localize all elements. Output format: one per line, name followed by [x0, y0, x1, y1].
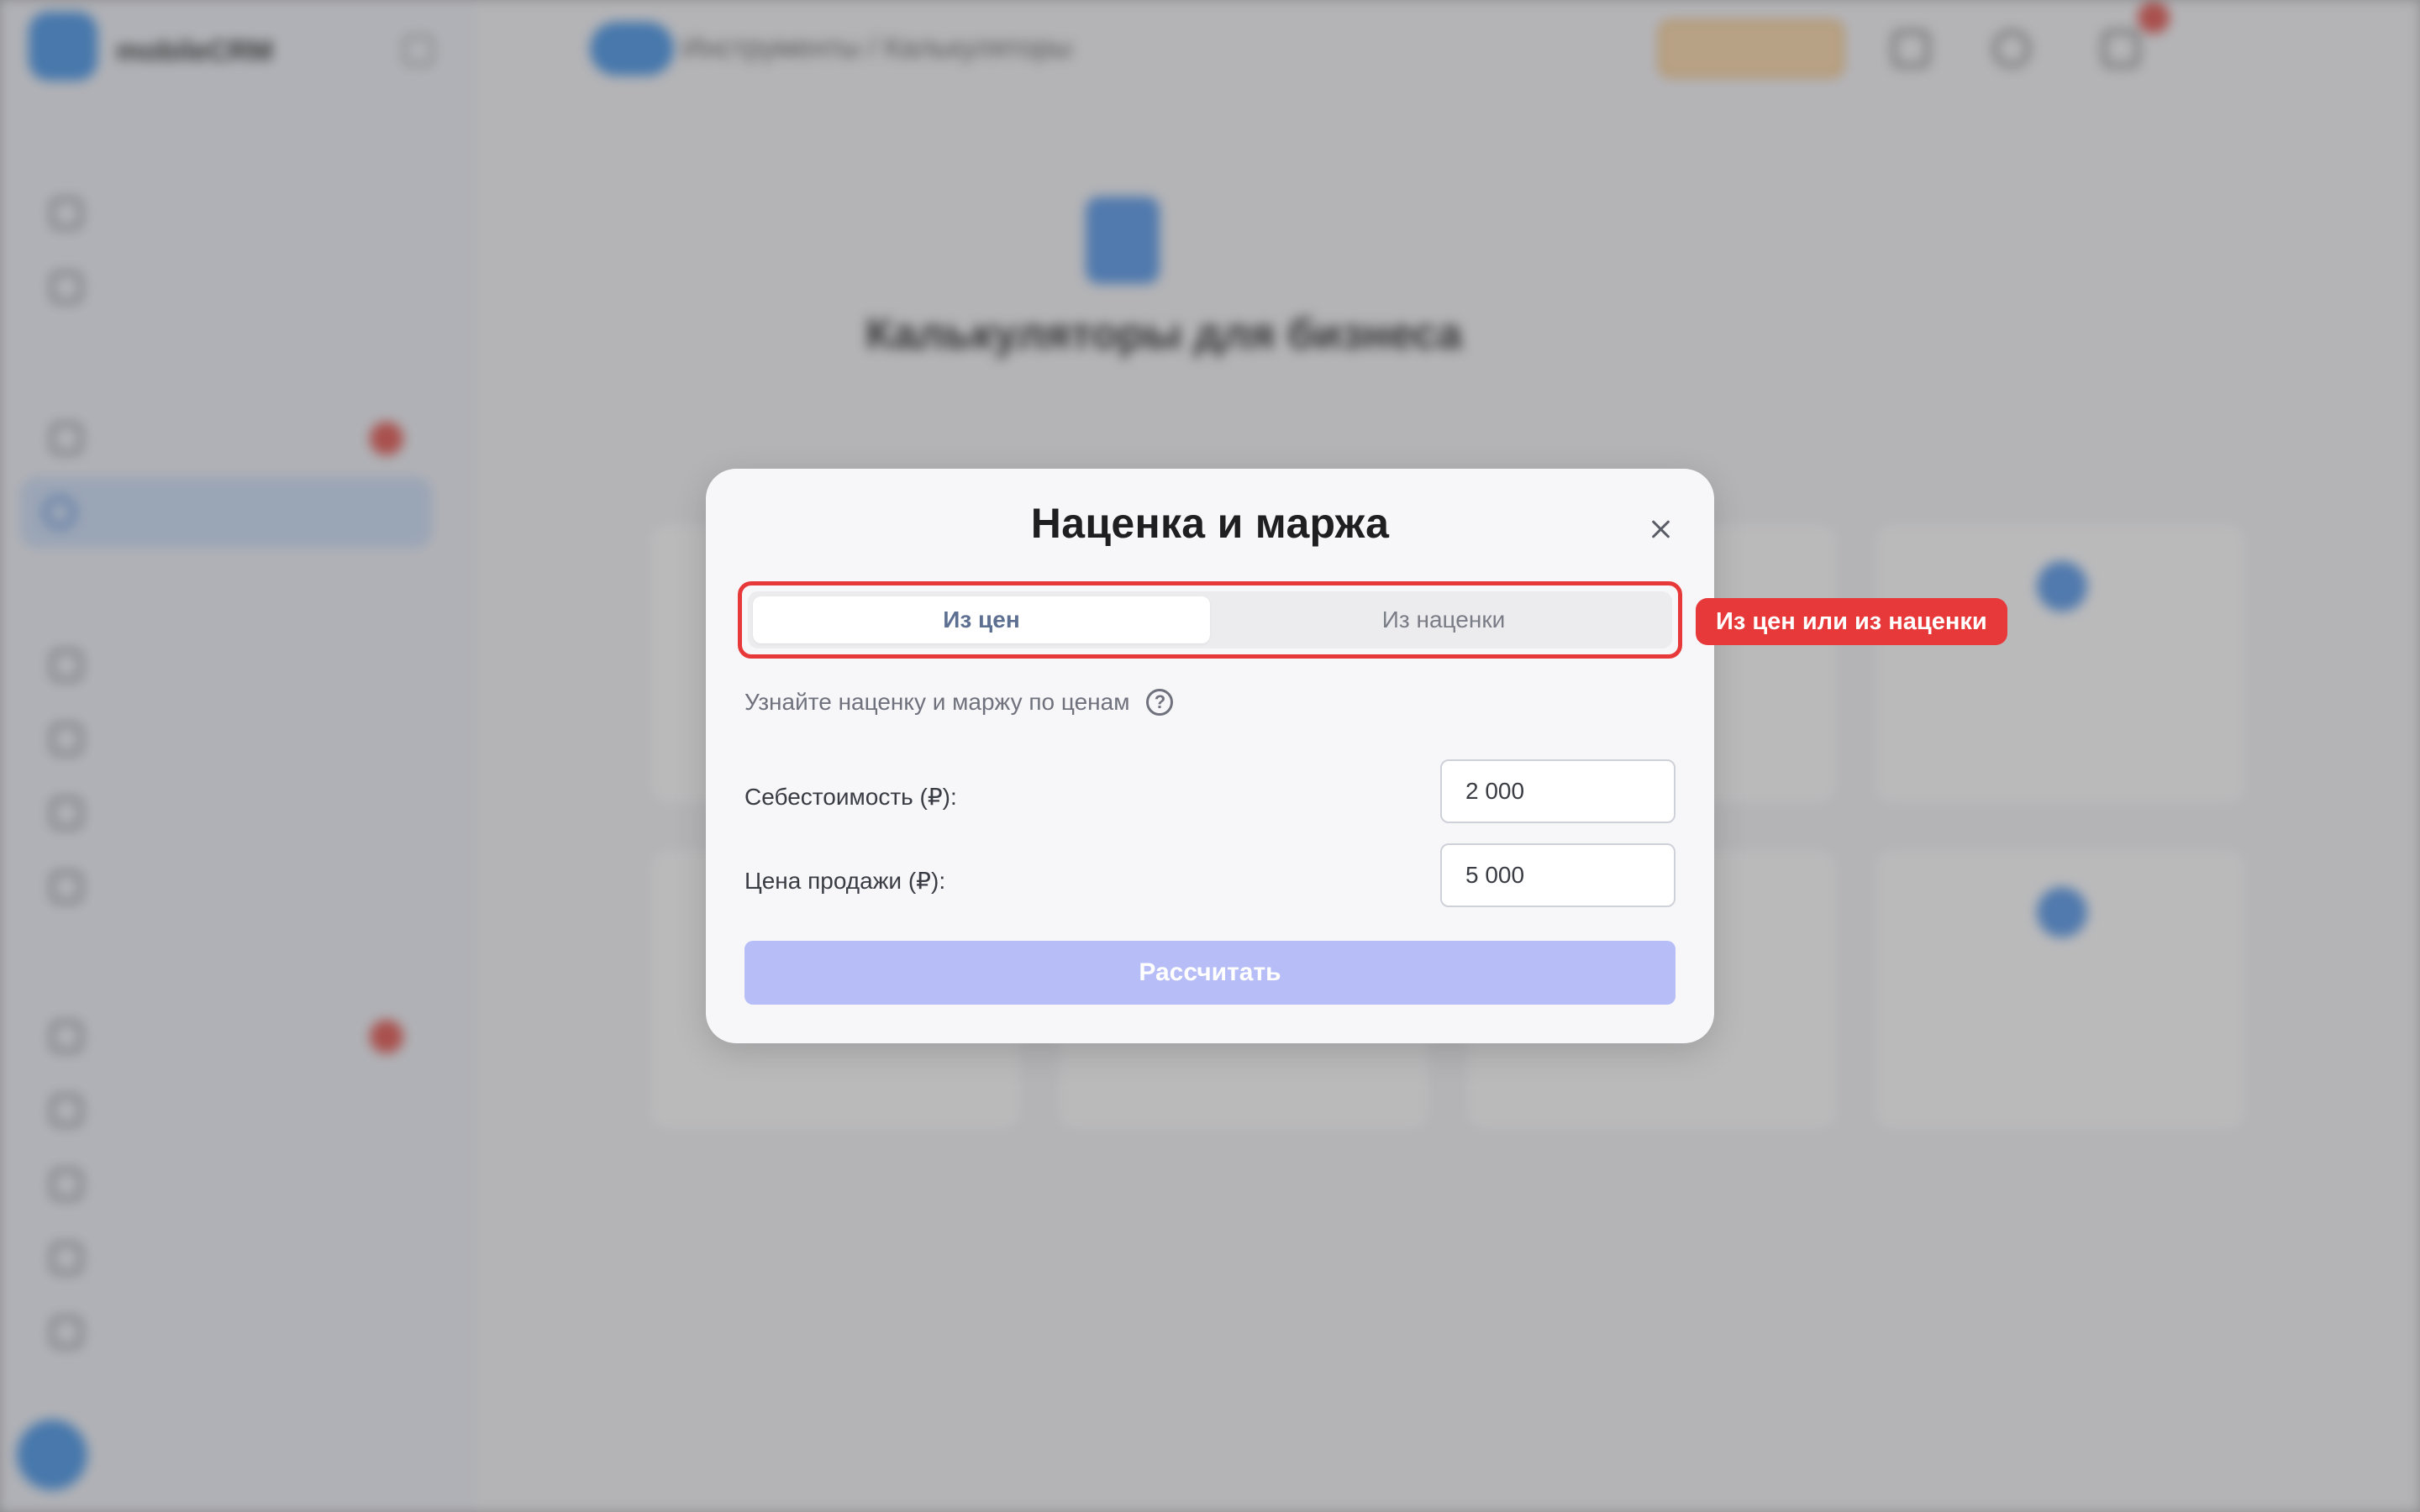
hint-row: Узнайте наценку и маржу по ценам ? [744, 689, 1174, 716]
sale-price-input[interactable] [1440, 843, 1676, 907]
sale-price-label: Цена продажи (₽): [744, 868, 946, 894]
calculate-button[interactable]: Рассчитать [744, 941, 1676, 1005]
annotation-callout: Из цен или из наценки [1696, 598, 2007, 645]
markup-margin-modal: Наценка и маржа Из цен Из наценки Узнайт… [706, 469, 1714, 1043]
cost-input[interactable] [1440, 759, 1676, 823]
annotation-highlight-box [738, 581, 1682, 659]
modal-title: Наценка и маржа [1030, 500, 1390, 547]
help-icon[interactable]: ? [1146, 689, 1174, 716]
cost-label: Себестоимость (₽): [744, 784, 957, 810]
close-icon[interactable] [1644, 512, 1677, 546]
hint-text: Узнайте наценку и маржу по ценам [744, 689, 1130, 715]
